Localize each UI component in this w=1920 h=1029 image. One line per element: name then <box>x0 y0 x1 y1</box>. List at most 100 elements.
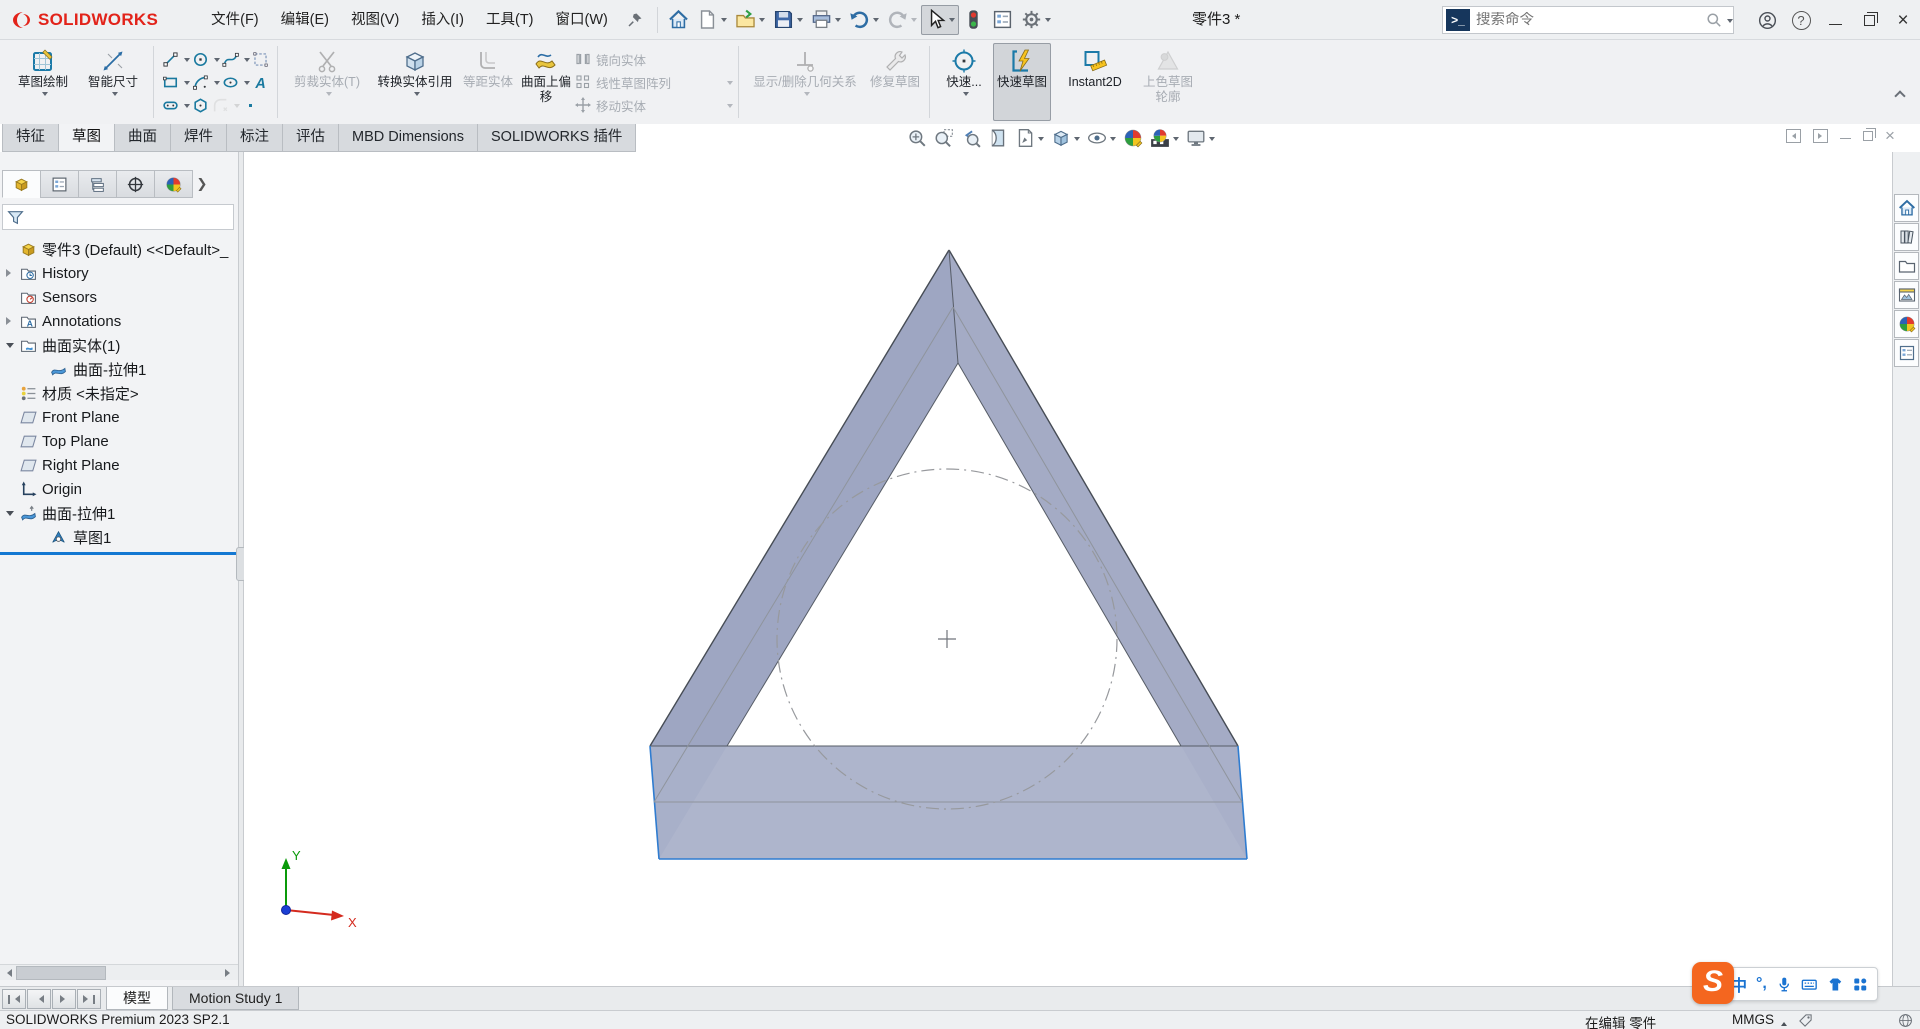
previous-view-button[interactable] <box>959 127 983 149</box>
smart-dimension-button[interactable]: 智能尺寸 <box>78 43 148 121</box>
tree-item-root[interactable]: 零件3 (Default) <<Default>_ <box>0 238 238 260</box>
hide-show-dropdown-arrow[interactable] <box>1110 137 1116 144</box>
tree-item-origin[interactable]: Origin <box>0 478 238 500</box>
tree-item-annotations[interactable]: Annotations <box>0 310 238 332</box>
undo-button[interactable] <box>845 5 883 35</box>
collapse-arrow-icon[interactable] <box>6 511 14 520</box>
line-tool-button[interactable] <box>161 50 180 69</box>
circle-tool-button[interactable] <box>191 50 210 69</box>
expand-right-pane-button[interactable] <box>1813 129 1828 143</box>
save-dropdown-arrow[interactable] <box>797 18 803 25</box>
options-button[interactable] <box>1017 5 1055 35</box>
save-button[interactable] <box>769 5 807 35</box>
tree-item-sensors[interactable]: Sensors <box>0 286 238 308</box>
design-library-button[interactable] <box>1894 223 1919 251</box>
selection-box-tool-button[interactable] <box>251 50 270 69</box>
scroll-left-button[interactable] <box>0 966 15 980</box>
convert-dropdown-arrow[interactable] <box>414 92 420 99</box>
sketch-line-left[interactable] <box>654 307 953 802</box>
unit-system-text[interactable]: MMGS <box>1732 1012 1774 1027</box>
spline-tool-button[interactable] <box>221 50 240 69</box>
point-tool-button[interactable] <box>241 96 260 115</box>
arc-dropdown-arrow[interactable] <box>214 81 220 88</box>
tab-annotate[interactable]: 标注 <box>226 124 283 152</box>
options-dropdown-arrow[interactable] <box>1045 18 1051 25</box>
account-button[interactable] <box>1750 0 1784 40</box>
close-button[interactable]: × <box>1886 0 1920 40</box>
zoom-to-area-button[interactable] <box>932 127 956 149</box>
tree-item-surface-body-child[interactable]: 曲面-拉伸1 <box>0 358 238 380</box>
rebuild-button[interactable] <box>959 5 988 35</box>
nav-previous-button[interactable] <box>27 989 51 1009</box>
quick-snaps-dropdown-arrow[interactable] <box>963 92 969 99</box>
search-input[interactable] <box>1470 12 1706 28</box>
tree-item-top-plane[interactable]: Top Plane <box>0 430 238 452</box>
panel-horizontal-scrollbar[interactable] <box>0 964 238 980</box>
line-dropdown-arrow[interactable] <box>184 58 190 65</box>
appearances-button[interactable] <box>1894 310 1919 338</box>
outer-edge-right[interactable] <box>949 250 1238 746</box>
open-dropdown-arrow[interactable] <box>759 18 765 25</box>
toolbox-icon[interactable] <box>1852 976 1869 993</box>
expand-arrow-icon[interactable] <box>6 317 15 325</box>
view-settings-dropdown-arrow[interactable] <box>1209 137 1215 144</box>
menu-tools[interactable]: 工具(T) <box>475 0 545 40</box>
tree-item-front-plane[interactable]: Front Plane <box>0 406 238 428</box>
tree-item-right-plane[interactable]: Right Plane <box>0 454 238 476</box>
tab-sketch[interactable]: 草图 <box>58 124 115 152</box>
zoom-to-fit-button[interactable] <box>905 127 929 149</box>
inner-edge-left[interactable] <box>727 363 958 746</box>
print-button[interactable] <box>807 5 845 35</box>
offset-on-surface-button[interactable]: 曲面上偏移 <box>517 43 575 121</box>
annotation-views-button[interactable] <box>1013 127 1046 149</box>
ellipse-dropdown-arrow[interactable] <box>244 81 250 88</box>
nav-last-button[interactable] <box>77 989 101 1009</box>
model-canvas[interactable]: Y X <box>244 152 1892 986</box>
home-button[interactable] <box>664 5 693 35</box>
undo-dropdown-arrow[interactable] <box>873 18 879 25</box>
tab-solidworks-addins[interactable]: SOLIDWORKS 插件 <box>477 124 636 152</box>
menu-file[interactable]: 文件(F) <box>200 0 270 40</box>
menu-view[interactable]: 视图(V) <box>340 0 410 40</box>
file-properties-button[interactable] <box>988 5 1017 35</box>
unit-system-caret-icon[interactable] <box>1781 1019 1787 1026</box>
scroll-right-button[interactable] <box>222 966 237 980</box>
menu-window[interactable]: 窗口(W) <box>545 0 619 40</box>
tab-surfaces[interactable]: 曲面 <box>114 124 171 152</box>
section-view-button[interactable] <box>986 127 1010 149</box>
graphics-viewport[interactable]: Y X <box>244 152 1892 986</box>
microphone-icon[interactable] <box>1776 976 1793 993</box>
smart-dimension-dropdown-arrow[interactable] <box>112 92 118 99</box>
instant2d-button[interactable]: Instant2D <box>1051 43 1139 121</box>
expand-arrow-icon[interactable] <box>6 269 15 277</box>
slot-tool-button[interactable] <box>161 96 180 115</box>
tree-item-sketch1[interactable]: 草图1 <box>0 526 238 548</box>
inner-edge-right[interactable] <box>958 363 1181 746</box>
apply-scene-button[interactable] <box>1148 127 1181 149</box>
select-dropdown-arrow[interactable] <box>949 18 955 25</box>
tree-item-history[interactable]: History <box>0 262 238 284</box>
new-document-button[interactable] <box>693 5 731 35</box>
polygon-tool-button[interactable] <box>191 96 210 115</box>
custom-properties-button[interactable] <box>1894 339 1919 367</box>
collapse-left-pane-button[interactable] <box>1786 129 1801 143</box>
menu-insert[interactable]: 插入(I) <box>410 0 475 40</box>
sketch-line-right[interactable] <box>953 307 1242 802</box>
slot-dropdown-arrow[interactable] <box>184 104 190 111</box>
menu-edit[interactable]: 编辑(E) <box>270 0 340 40</box>
sketch-dropdown-arrow[interactable] <box>42 92 48 99</box>
outer-edge-left[interactable] <box>650 250 949 746</box>
text-tool-button[interactable] <box>251 73 270 92</box>
rectangle-tool-button[interactable] <box>161 73 180 92</box>
search-icon[interactable] <box>1706 12 1722 28</box>
edit-appearance-button[interactable] <box>1121 127 1145 149</box>
file-explorer-button[interactable] <box>1894 252 1919 280</box>
doc-restore-button[interactable] <box>1863 131 1873 141</box>
doc-minimize-button[interactable] <box>1840 138 1851 139</box>
tag-icon[interactable] <box>1798 1013 1813 1028</box>
surface-extrude-body[interactable] <box>650 250 1247 859</box>
view-settings-button[interactable] <box>1184 127 1217 149</box>
ellipse-tool-button[interactable] <box>221 73 240 92</box>
tab-weldments[interactable]: 焊件 <box>170 124 227 152</box>
nav-next-button[interactable] <box>52 989 76 1009</box>
